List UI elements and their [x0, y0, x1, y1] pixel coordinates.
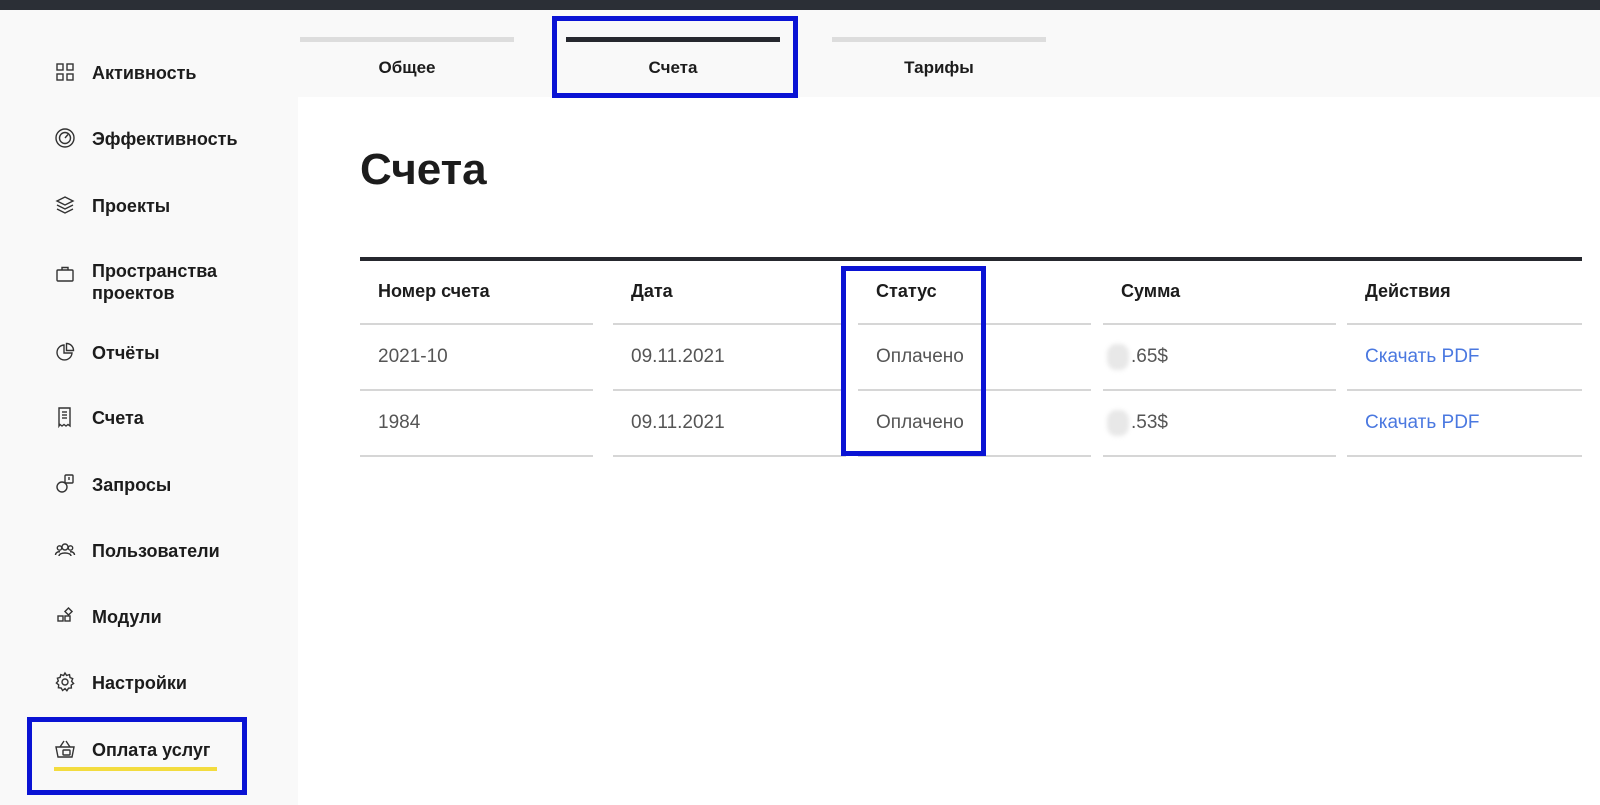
tab-indicator: [300, 37, 514, 42]
table-cell-number: 2021-10: [360, 325, 593, 391]
users-icon: [52, 537, 78, 563]
sidebar-item-label: Пространства проектов: [92, 261, 218, 303]
download-pdf-link[interactable]: Скачать PDF: [1347, 391, 1582, 457]
sidebar-item-label: Проекты: [92, 196, 171, 216]
sidebar-item-project-spaces[interactable]: Пространства проектов: [52, 260, 282, 304]
tab-indicator: [832, 37, 1046, 42]
gear-icon: [52, 669, 78, 695]
sidebar-item-label: Эффективность: [92, 129, 238, 149]
sidebar-item-label: Счета: [92, 408, 144, 428]
column-header-amount: Сумма: [1103, 259, 1336, 325]
page-title: Счета: [360, 145, 487, 194]
receipt-icon: [52, 404, 78, 430]
sidebar-item-requests[interactable]: Запросы: [52, 474, 282, 497]
sidebar-item-label: Оплата услуг: [92, 740, 211, 760]
tab-label: Тарифы: [904, 58, 974, 77]
basket-icon: [52, 736, 78, 762]
sidebar-item-label: Модули: [92, 607, 162, 627]
sidebar-item-modules[interactable]: Модули: [52, 606, 282, 629]
amount-value: .53$: [1131, 412, 1168, 433]
sidebar-item-label: Отчёты: [92, 343, 160, 363]
sidebar-item-invoices[interactable]: Счета: [52, 407, 282, 430]
pie-chart-icon: [52, 339, 78, 365]
sidebar-item-label: Настройки: [92, 673, 187, 693]
grid-icon: [52, 59, 78, 85]
request-icon: [52, 471, 78, 497]
column-header-date: Дата: [613, 259, 846, 325]
gauge-icon: [52, 125, 78, 151]
layers-icon: [52, 192, 78, 218]
sidebar-item-label: Активность: [92, 63, 197, 83]
table-cell-amount: .65$: [1103, 325, 1336, 391]
sidebar-item-projects[interactable]: Проекты: [52, 195, 282, 218]
sidebar-item-settings[interactable]: Настройки: [52, 669, 282, 695]
table-cell-amount: .53$: [1103, 391, 1336, 457]
sidebar-item-efficiency[interactable]: Эффективность: [52, 128, 282, 151]
column-header-actions: Действия: [1347, 259, 1582, 325]
column-header-number: Номер счета: [360, 259, 593, 325]
amount-value: .65$: [1131, 346, 1168, 367]
tab-invoices[interactable]: Счета: [566, 10, 780, 97]
window-top-bar: [0, 0, 1600, 10]
modules-icon: [52, 603, 78, 629]
app-window: Активность Эффективность Проекты Простра…: [0, 0, 1600, 805]
active-item-underline: [54, 767, 217, 771]
tab-indicator: [566, 37, 780, 42]
redacted-blur: [1107, 410, 1129, 436]
sidebar-item-label: Запросы: [92, 475, 172, 495]
table-cell-status: Оплачено: [858, 325, 1091, 391]
sidebar-item-payment[interactable]: Оплата услуг: [52, 739, 282, 762]
sidebar-item-label: Пользователи: [92, 541, 220, 561]
tab-general[interactable]: Общее: [300, 10, 514, 97]
download-pdf-link[interactable]: Скачать PDF: [1347, 325, 1582, 391]
tab-label: Общее: [378, 58, 436, 77]
tab-tariffs[interactable]: Тарифы: [832, 10, 1046, 97]
sidebar-item-users[interactable]: Пользователи: [52, 540, 282, 563]
sidebar-item-activity[interactable]: Активность: [52, 62, 282, 85]
sidebar-item-reports[interactable]: Отчёты: [52, 342, 282, 365]
redacted-blur: [1107, 344, 1129, 370]
table-cell-date: 09.11.2021: [613, 391, 846, 457]
tab-label: Счета: [648, 58, 698, 77]
briefcase-icon: [52, 261, 78, 287]
table-cell-status: Оплачено: [858, 391, 1091, 457]
table-cell-number: 1984: [360, 391, 593, 457]
column-header-status: Статус: [858, 259, 1091, 325]
table-cell-date: 09.11.2021: [613, 325, 846, 391]
